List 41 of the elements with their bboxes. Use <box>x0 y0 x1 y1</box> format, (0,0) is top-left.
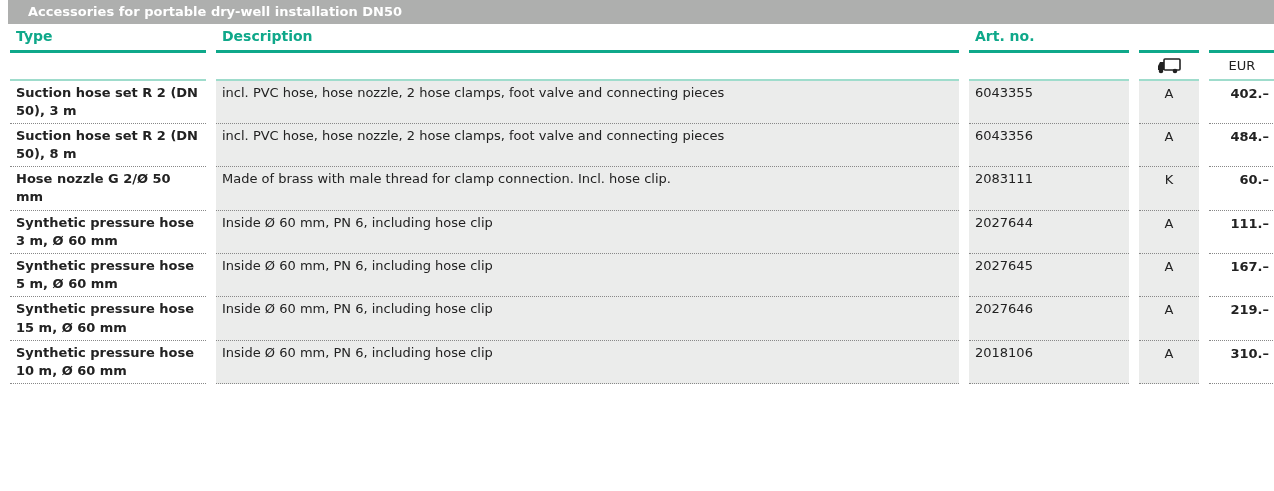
description-text: incl. PVC hose, hose nozzle, 2 hose clamps, foot valve and connecting pieces <box>222 84 725 100</box>
column-header: Art. no. <box>969 23 1129 53</box>
delivery-code: A <box>1164 302 1174 318</box>
product-type: Synthetic pressure hose 3 m, Ø 60 mm <box>16 214 195 248</box>
price: 484.– <box>1230 128 1269 144</box>
column-header: Description <box>216 23 959 53</box>
article-number: 2027644 <box>975 214 1033 230</box>
delivery-code: A <box>1164 85 1174 101</box>
description-text: Made of brass with male thread for clamp connection. Incl. hose clip. <box>222 171 671 187</box>
description-text: Inside Ø 60 mm, PN 6, including hose clip <box>222 301 493 317</box>
delivery-code: A <box>1164 128 1174 144</box>
article-number: 6043355 <box>975 84 1033 100</box>
description-text: Inside Ø 60 mm, PN 6, including hose clip <box>222 344 493 360</box>
delivery-code: K <box>1164 172 1174 188</box>
price: 219.– <box>1230 302 1269 318</box>
price: 111.– <box>1230 215 1269 231</box>
product-type: Suction hose set R 2 (DN 50), 8 m <box>16 127 198 162</box>
article-number: 2018106 <box>975 344 1033 360</box>
delivery-code: A <box>1164 215 1174 231</box>
delivery-code: A <box>1164 345 1174 361</box>
product-type: Suction hose set R 2 (DN 50), 3 m <box>16 84 198 118</box>
article-number: 2027645 <box>975 258 1033 273</box>
price: 402.– <box>1230 85 1269 101</box>
truck-icon <box>1157 57 1181 74</box>
currency-label: EUR <box>1228 56 1256 75</box>
column-header: Type <box>10 23 206 53</box>
article-number: 6043356 <box>975 127 1033 143</box>
article-number: 2027646 <box>975 301 1033 317</box>
description-text: Inside Ø 60 mm, PN 6, including hose clip <box>222 258 493 273</box>
description-text: Inside Ø 60 mm, PN 6, including hose clip <box>222 214 493 230</box>
price: 310.– <box>1230 345 1269 361</box>
price: 167.– <box>1230 259 1269 274</box>
article-number: 2083111 <box>975 171 1033 187</box>
price: 60.– <box>1239 172 1269 188</box>
product-type: Hose nozzle G 2/Ø 50 mm <box>16 171 171 205</box>
product-type: Synthetic pressure hose 15 m, Ø 60 mm <box>16 301 195 335</box>
description-text: incl. PVC hose, hose nozzle, 2 hose clamps, foot valve and connecting pieces <box>222 127 725 143</box>
product-type: Synthetic pressure hose 10 m, Ø 60 mm <box>16 344 195 378</box>
section-title: Accessories for portable dry-well installation DN50 <box>8 0 1274 24</box>
delivery-code: A <box>1164 259 1174 274</box>
product-type: Synthetic pressure hose 5 m, Ø 60 mm <box>16 258 195 292</box>
